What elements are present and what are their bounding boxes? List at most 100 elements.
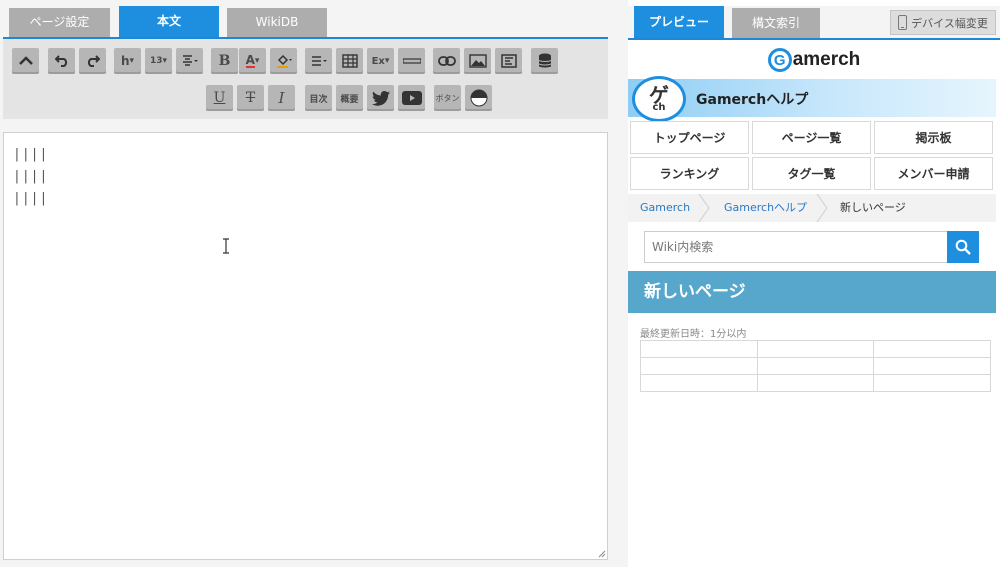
table-cell <box>873 374 991 392</box>
list-icon <box>311 56 327 66</box>
align-button[interactable] <box>176 48 203 74</box>
gamerch-g-mark: G <box>767 48 792 72</box>
chevron-right-icon <box>698 194 710 222</box>
editor-line: |||| <box>13 191 49 206</box>
insert-button-label: ボタン <box>435 93 460 103</box>
paint-bucket-icon <box>276 54 292 68</box>
page-title: 新しいページ <box>628 271 996 313</box>
nav-top-page[interactable]: トップページ <box>630 121 749 154</box>
font-size-button[interactable]: 13 ▾ <box>145 48 172 74</box>
chevron-up-icon <box>18 56 33 65</box>
undo-icon <box>54 55 67 67</box>
table-cell <box>756 357 875 375</box>
table-row <box>640 357 991 375</box>
tab-body[interactable]: 本文 <box>119 6 219 37</box>
editor-tabs: ページ設定 本文 WikiDB <box>3 6 608 39</box>
nav-board[interactable]: 掲示板 <box>874 121 993 154</box>
highlight-button[interactable] <box>270 48 297 74</box>
horizontal-rule-icon <box>402 58 421 64</box>
chevron-right-icon <box>816 194 828 222</box>
dropdown-arrow-icon: ▾ <box>384 56 390 66</box>
toc-label: 目次 <box>309 94 328 105</box>
device-width-label: デバイス幅変更 <box>911 16 988 30</box>
text-color-label: A <box>245 53 255 68</box>
table-button[interactable] <box>336 48 363 74</box>
redo-button[interactable] <box>79 48 106 74</box>
table-icon <box>341 54 358 68</box>
font-size-label: 13 <box>149 56 163 66</box>
heading-button[interactable]: h ▾ <box>114 48 141 74</box>
wiki-search-input[interactable] <box>645 232 947 262</box>
nav-page-list[interactable]: ページ一覧 <box>752 121 871 154</box>
editor-content: |||| |||| |||| <box>13 144 48 210</box>
breadcrumb-current: 新しいページ <box>840 201 906 214</box>
gamerch-logo[interactable]: Gamerch <box>628 42 1000 78</box>
horizontal-rule-button[interactable] <box>398 48 425 74</box>
device-width-button[interactable]: デバイス幅変更 <box>890 10 996 35</box>
breadcrumb-gamerch[interactable]: Gamerch <box>640 194 690 222</box>
template-button[interactable] <box>495 48 522 74</box>
insert-button-button[interactable]: ボタン <box>434 85 461 111</box>
text-color-button[interactable]: A ▾ <box>239 48 266 74</box>
twitter-bird-icon <box>371 90 390 106</box>
text-cursor-icon <box>223 238 229 254</box>
dropdown-arrow-icon: ▾ <box>162 56 168 66</box>
italic-button[interactable]: I <box>268 85 295 111</box>
table-row <box>640 340 991 358</box>
collapse-toolbar-button[interactable] <box>12 48 39 74</box>
editor-line: |||| <box>13 147 49 162</box>
tab-preview[interactable]: プレビュー <box>634 6 724 38</box>
wiki-title: Gamerchヘルプ <box>696 92 809 108</box>
fold-button[interactable] <box>465 85 492 111</box>
table-cell <box>640 357 758 375</box>
wiki-search <box>644 231 979 263</box>
smartphone-icon <box>898 15 908 30</box>
tab-wikidb[interactable]: WikiDB <box>227 8 327 37</box>
summary-label: 概要 <box>340 94 359 105</box>
resize-grip-icon[interactable] <box>597 549 606 558</box>
table-cell <box>640 340 758 358</box>
table-cell <box>640 374 758 392</box>
database-icon <box>538 53 551 68</box>
tab-syntax-index[interactable]: 構文索引 <box>732 8 820 38</box>
dropdown-arrow-icon: ▾ <box>129 56 135 66</box>
half-circle-icon <box>470 89 487 107</box>
editor-textarea[interactable]: |||| |||| |||| <box>3 132 608 560</box>
nav-member-apply[interactable]: メンバー申請 <box>874 157 993 190</box>
twitter-button[interactable] <box>367 85 394 111</box>
nav-ranking[interactable]: ランキング <box>630 157 749 190</box>
image-button[interactable] <box>464 48 491 74</box>
link-icon <box>437 56 456 66</box>
breadcrumb: Gamerch Gamerchヘルプ 新しいページ <box>628 194 996 222</box>
last-updated: 最終更新日時：1分以内 <box>640 329 747 340</box>
table-cell <box>756 340 875 358</box>
undo-button[interactable] <box>48 48 75 74</box>
link-button[interactable] <box>433 48 460 74</box>
bold-button[interactable]: B <box>211 48 238 74</box>
toc-button[interactable]: 目次 <box>305 85 332 111</box>
list-button[interactable] <box>305 48 332 74</box>
heading-label: h <box>120 54 130 68</box>
database-button[interactable] <box>531 48 558 74</box>
extension-button[interactable]: Ex ▾ <box>367 48 394 74</box>
editor-toolbar: h ▾ 13 ▾ B A ▾ Ex ▾ U T I 目次 概要 ボタン <box>3 39 608 119</box>
table-cell <box>873 357 991 375</box>
dropdown-arrow-icon: ▾ <box>254 56 260 66</box>
editor-line: |||| <box>13 169 49 184</box>
search-icon <box>955 239 971 255</box>
summary-button[interactable]: 概要 <box>336 85 363 111</box>
underline-button[interactable]: U <box>206 85 233 111</box>
editor-pane: ページ設定 本文 WikiDB h ▾ 13 ▾ B A ▾ Ex ▾ U T … <box>0 0 612 567</box>
document-icon <box>500 54 517 68</box>
preview-pane: プレビュー 構文索引 デバイス幅変更 Gamerch Gamerchヘルプ ゲ … <box>628 0 1008 567</box>
youtube-button[interactable] <box>398 85 425 111</box>
breadcrumb-gamerch-help[interactable]: Gamerchヘルプ <box>724 194 807 222</box>
search-button[interactable] <box>947 231 979 263</box>
table-cell <box>756 374 875 392</box>
table-row <box>640 374 991 392</box>
strikethrough-button[interactable]: T <box>237 85 264 111</box>
nav-tag-list[interactable]: タグ一覧 <box>752 157 871 190</box>
tab-page-settings[interactable]: ページ設定 <box>9 8 110 37</box>
wiki-logo[interactable]: ゲ ch <box>632 76 686 122</box>
table-cell <box>873 340 991 358</box>
